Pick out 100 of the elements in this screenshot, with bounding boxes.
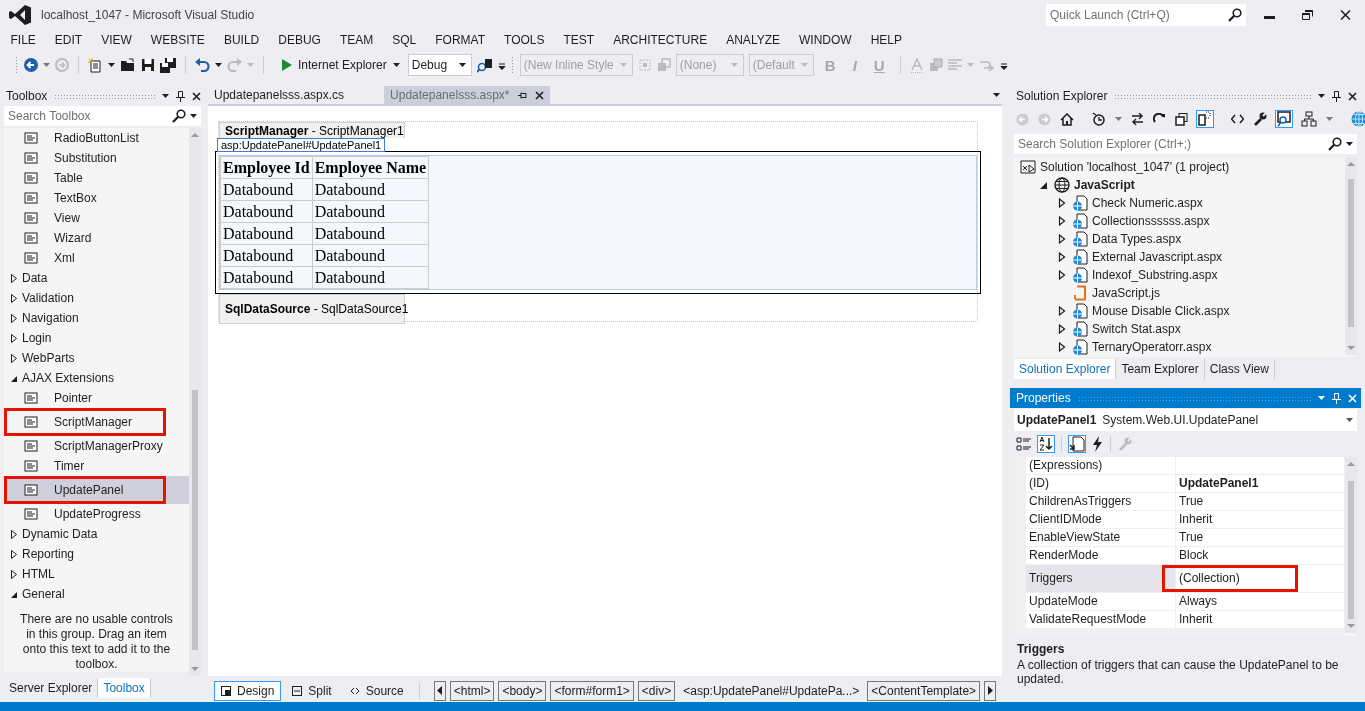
breadcrumb[interactable]: <body> <box>498 680 547 701</box>
property-name[interactable]: ChildrenAsTriggers <box>1026 493 1176 511</box>
toolbox-group[interactable]: Dynamic Data <box>4 524 189 544</box>
menu-item[interactable]: HELP <box>861 33 912 47</box>
close-icon[interactable] <box>1348 91 1357 101</box>
menu-item[interactable]: TOOLS <box>494 33 554 47</box>
overflow-icon[interactable] <box>999 60 1008 70</box>
tree-item[interactable]: Data Types.aspx <box>1014 230 1345 248</box>
toolbox-item[interactable]: View <box>4 208 189 228</box>
toolbox-item[interactable]: ScriptManagerProxy <box>4 436 189 456</box>
toolbox-item[interactable]: Timer <box>4 456 189 476</box>
caret-icon[interactable] <box>108 63 115 67</box>
object-selector[interactable]: UpdatePanel1 System.Web.UI.UpdatePanel <box>1014 409 1357 432</box>
toolbox-item[interactable]: ScriptManager <box>4 408 189 436</box>
find-icon[interactable] <box>476 57 493 73</box>
new-project-icon[interactable] <box>88 57 103 73</box>
menu-item[interactable]: ANALYZE <box>716 33 790 47</box>
caret-icon[interactable] <box>190 114 197 118</box>
close-icon[interactable] <box>192 91 201 101</box>
tree-item[interactable]: Check Numeric.aspx <box>1014 194 1345 212</box>
caret-icon[interactable] <box>1318 94 1325 98</box>
menu-item[interactable]: FORMAT <box>425 33 495 47</box>
tree-item[interactable]: Solution 'localhost_1047' (1 project) <box>1014 158 1345 176</box>
caret-icon[interactable] <box>162 94 169 98</box>
configuration-dropdown[interactable]: Debug <box>407 54 472 76</box>
preview-icon[interactable] <box>1276 111 1292 127</box>
properties-icon[interactable] <box>1069 436 1085 453</box>
toolbox-item[interactable]: UpdatePanel <box>4 476 189 504</box>
toolbox-item[interactable]: Table <box>4 168 189 188</box>
breadcrumb[interactable]: <asp:UpdatePanel#UpdatePa...> <box>679 680 864 701</box>
panel-tab[interactable]: Team Explorer <box>1116 359 1205 380</box>
background-color-icon[interactable] <box>928 58 943 72</box>
menu-item[interactable]: BUILD <box>214 33 269 47</box>
run-button[interactable]: Internet Explorer <box>279 58 403 72</box>
toolbox-item[interactable]: Wizard <box>4 228 189 248</box>
view-tab[interactable]: Source <box>342 680 411 701</box>
property-name[interactable]: RenderMode <box>1026 547 1176 565</box>
toolbox-item[interactable]: Xml <box>4 248 189 268</box>
panel-tab[interactable]: Solution Explorer <box>1014 359 1117 380</box>
save-icon[interactable] <box>141 58 155 72</box>
tree-item[interactable]: TernaryOperatorr.aspx <box>1014 338 1345 356</box>
wrench-icon[interactable] <box>1253 112 1267 126</box>
property-name[interactable]: UpdateMode <box>1026 593 1176 611</box>
caret-icon[interactable] <box>1346 418 1353 423</box>
alphabetical-icon[interactable] <box>1038 436 1054 453</box>
events-icon[interactable] <box>1092 436 1103 453</box>
toolbox-group[interactable]: Data <box>4 268 189 288</box>
tree-item[interactable]: JavaScript <box>1014 176 1345 194</box>
class-diagram-icon[interactable] <box>1301 111 1317 127</box>
tree-item[interactable]: Collectionssssss.aspx <box>1014 212 1345 230</box>
document-tab[interactable]: Updatepanelsss.aspx.cs <box>208 86 351 104</box>
menu-item[interactable]: ARCHITECTURE <box>603 33 717 47</box>
control-placeholder[interactable]: ScriptManager - ScriptManager1 <box>219 122 405 138</box>
caret-icon[interactable] <box>1346 142 1353 146</box>
menu-item[interactable]: TEAM <box>330 33 383 47</box>
toolbox-group[interactable]: WebParts <box>4 348 189 368</box>
toolbox-group[interactable]: Reporting <box>4 544 189 564</box>
close-icon[interactable] <box>1340 10 1351 20</box>
panel-tab[interactable]: Class View <box>1204 359 1275 380</box>
pin-icon[interactable] <box>1332 90 1341 102</box>
close-icon[interactable] <box>534 90 544 100</box>
save-all-icon[interactable] <box>160 57 176 73</box>
toolbox-group[interactable]: Login <box>4 328 189 348</box>
toolbox-group[interactable]: HTML <box>4 564 189 584</box>
property-name[interactable]: Triggers <box>1026 565 1176 593</box>
tree-item[interactable]: Indexof_Substring.aspx <box>1014 266 1345 284</box>
sync-icon[interactable] <box>1131 113 1144 125</box>
back-icon[interactable] <box>24 58 38 72</box>
pin-icon[interactable] <box>517 90 527 100</box>
tree-item[interactable]: External Javascript.aspx <box>1014 248 1345 266</box>
scrollbar[interactable] <box>189 128 201 676</box>
caret-icon[interactable] <box>215 63 222 67</box>
collapse-icon[interactable] <box>1175 112 1188 126</box>
scroll-left-button[interactable] <box>433 680 446 701</box>
menu-item[interactable]: WEBSITE <box>141 33 215 47</box>
toolbox-group[interactable]: AJAX Extensions <box>4 368 189 388</box>
breadcrumb[interactable]: <div> <box>637 680 676 701</box>
restore-icon[interactable] <box>1302 10 1313 20</box>
toolbox-group[interactable]: General <box>4 584 189 604</box>
caret-icon[interactable] <box>458 63 466 67</box>
tree-item[interactable]: Switch Stat.aspx <box>1014 320 1345 338</box>
toolbox-item[interactable]: Pointer <box>4 388 189 408</box>
scrollbar[interactable] <box>1345 157 1357 355</box>
undo-icon[interactable] <box>195 58 210 72</box>
search-field[interactable]: Search Toolbox <box>4 106 201 126</box>
font-color-icon[interactable] <box>909 57 924 73</box>
breadcrumb[interactable]: <ContentTemplate> <box>867 680 981 701</box>
panel-tab[interactable]: Toolbox <box>98 678 151 698</box>
scrollbar[interactable] <box>1345 457 1357 634</box>
toolbox-group[interactable]: Navigation <box>4 308 189 328</box>
menu-item[interactable]: SQL <box>382 33 426 47</box>
menu-item[interactable]: EDIT <box>45 33 92 47</box>
menu-item[interactable]: FILE <box>1 33 46 47</box>
property-name[interactable]: ValidateRequestMode <box>1026 611 1176 629</box>
home-icon[interactable] <box>1060 112 1074 126</box>
view-tab[interactable]: Design <box>214 680 282 701</box>
menu-item[interactable]: VIEW <box>91 33 142 47</box>
search-input[interactable]: Search Toolbox <box>8 106 168 126</box>
toolbox-item[interactable]: UpdateProgress <box>4 504 189 524</box>
expanded-arrow-icon[interactable] <box>1040 180 1048 190</box>
